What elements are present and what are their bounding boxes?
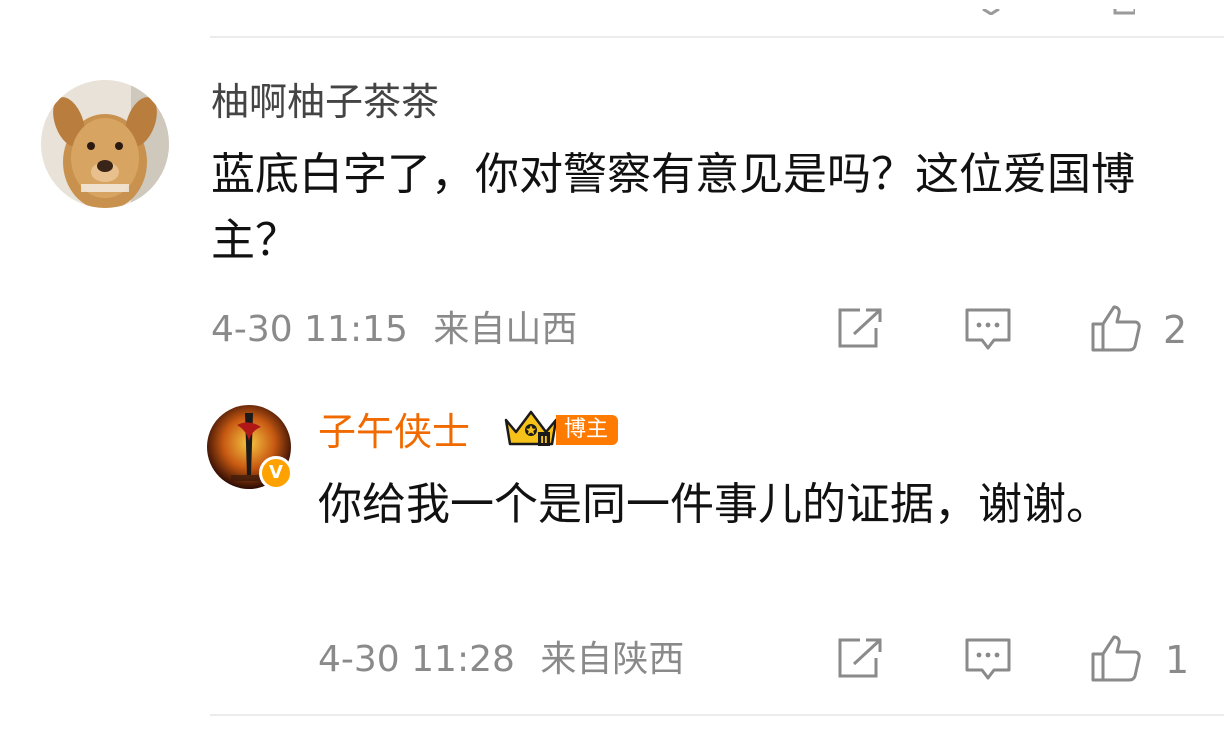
- share-icon[interactable]: [836, 636, 884, 680]
- like-count: 2: [1163, 308, 1188, 352]
- like-count: 1: [1165, 638, 1190, 682]
- reply-timestamp: 4-30 11:28: [318, 639, 515, 680]
- comment-username[interactable]: 柚啊柚子茶茶: [211, 80, 439, 124]
- avatar[interactable]: [41, 80, 169, 208]
- thumbs-up-icon[interactable]: [1090, 634, 1142, 682]
- comment-timestamp: 4-30 11:15: [211, 309, 408, 350]
- reply-text: 你给我一个是同一件事儿的证据，谢谢。: [318, 479, 1110, 530]
- top-cutoff-icons: [975, 0, 1137, 16]
- comment-icon[interactable]: [964, 636, 1012, 682]
- comment-icon[interactable]: [964, 306, 1012, 352]
- comment-location: 来自山西: [433, 309, 578, 350]
- verified-badge: V: [259, 456, 293, 490]
- svg-text:II: II: [540, 435, 547, 446]
- comment-text: 蓝底白字了，你对警察有意见是吗？这位爱国博主？: [211, 149, 1135, 266]
- comment-meta: 4-30 11:15 来自山西: [211, 310, 577, 350]
- crown-icon: II: [502, 408, 560, 452]
- reply-username[interactable]: 子午侠士: [318, 410, 470, 454]
- divider-bottom: [210, 714, 1224, 716]
- reply-meta: 4-30 11:28 来自陕西: [318, 640, 684, 680]
- vip-badge[interactable]: II 博主: [502, 408, 619, 452]
- reply-location: 来自陕西: [540, 639, 685, 680]
- thumbs-up-icon[interactable]: [1090, 304, 1142, 352]
- share-icon[interactable]: [836, 306, 884, 350]
- divider-top: [210, 36, 1224, 38]
- blogger-tag: 博主: [556, 415, 619, 445]
